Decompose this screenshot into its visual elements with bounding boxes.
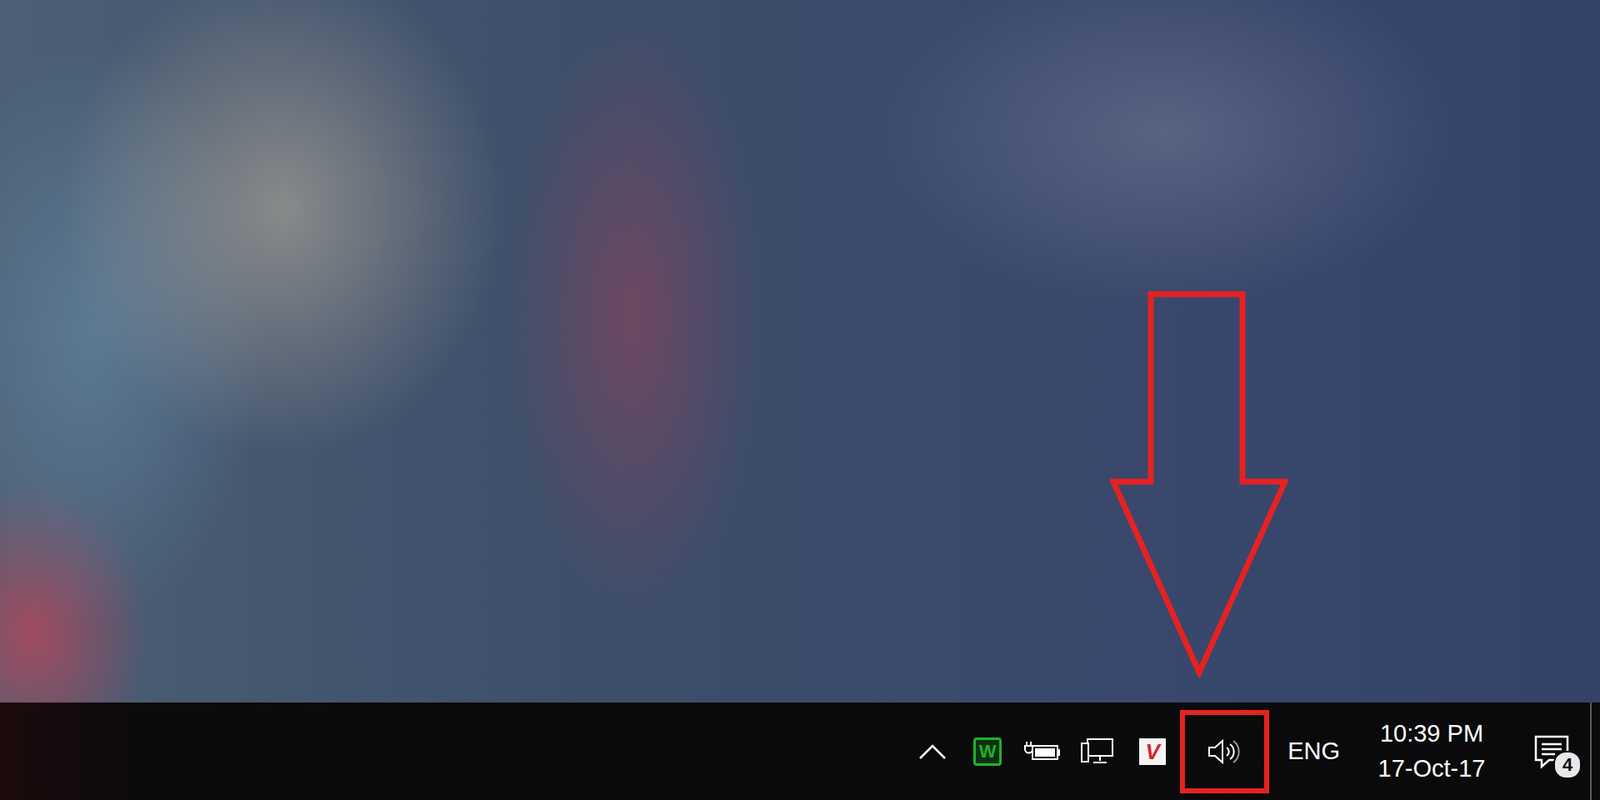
tray-item[interactable] [1015, 702, 1070, 800]
annotation-arrow-icon [1110, 290, 1289, 678]
clock[interactable]: 10:39 PM 17-Oct-17 [1350, 720, 1514, 783]
tray-item[interactable]: W [960, 702, 1015, 800]
system-tray: WV [905, 702, 1278, 800]
highlighted-tray-item[interactable] [1180, 710, 1270, 794]
language-indicator[interactable]: ENG [1277, 735, 1350, 769]
antivirus-icon: V [1139, 738, 1166, 765]
tray-item[interactable] [1070, 702, 1125, 800]
action-center-button[interactable]: 4 [1513, 702, 1590, 800]
desktop-wallpaper [0, 0, 1600, 703]
network-icon [1079, 736, 1116, 767]
tray-item[interactable] [905, 702, 960, 800]
show-desktop-button[interactable] [1590, 702, 1600, 800]
taskbar: WVENG10:39 PM17-Oct-174 [0, 702, 1600, 800]
chevron-up-icon [918, 743, 947, 760]
speaker-volume-icon [1206, 738, 1244, 765]
tray-item[interactable]: V [1125, 702, 1180, 800]
screen: WVENG10:39 PM17-Oct-174 [0, 0, 1600, 800]
clock-time: 10:39 PM [1380, 720, 1484, 748]
app-w-icon: W [973, 737, 1002, 766]
battery-charging-icon [1024, 738, 1061, 765]
notification-count-badge: 4 [1553, 750, 1582, 780]
clock-date: 17-Oct-17 [1378, 755, 1486, 783]
